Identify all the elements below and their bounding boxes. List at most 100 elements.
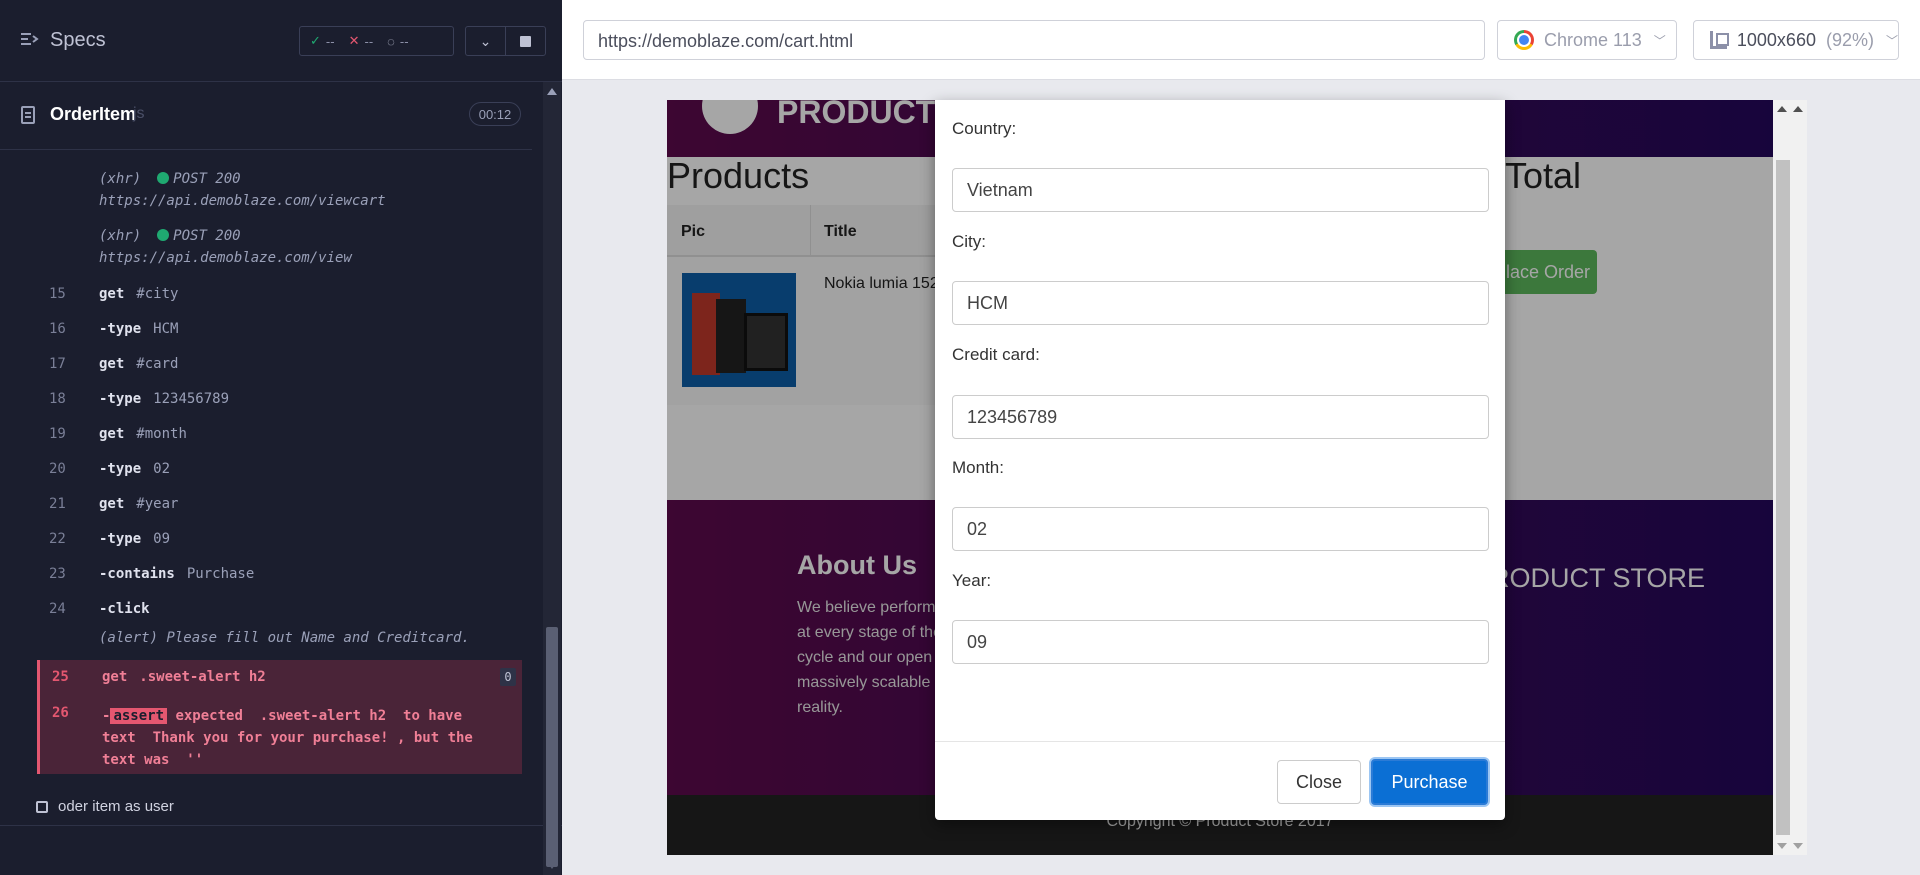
xhr-url: https://api.demoblaze.com/viewcart xyxy=(99,193,386,209)
scroll-up-icon[interactable] xyxy=(547,88,557,95)
xhr-log-entry[interactable]: (xhr) POST 200 https://api.demoblaze.com/… xyxy=(99,168,386,212)
spec-name[interactable]: OrderItem xyxy=(50,104,136,125)
command-name: get xyxy=(99,356,125,372)
command-name: get xyxy=(102,669,128,685)
command-number: 16 xyxy=(49,321,66,337)
assert-badge: assert xyxy=(110,708,168,724)
xhr-status: POST 200 xyxy=(173,171,241,187)
command-number: 15 xyxy=(49,286,66,302)
command-number: 17 xyxy=(49,356,66,372)
chrome-icon xyxy=(1514,30,1534,50)
credit-card-label: Credit card: xyxy=(952,345,1040,364)
viewport-info[interactable]: 1000x660 (92%) ﹀ xyxy=(1693,20,1899,60)
check-icon: ✓ xyxy=(310,33,321,48)
year-input[interactable]: 09 xyxy=(952,620,1489,664)
command-row[interactable]: 17 get #card xyxy=(37,347,522,382)
command-name: -type xyxy=(99,531,142,547)
city-label: City: xyxy=(952,232,986,251)
command-number: 18 xyxy=(49,391,66,407)
viewport-icon xyxy=(1710,31,1729,49)
failed-stat: ✕ -- xyxy=(349,33,374,49)
test-pending-icon xyxy=(36,800,48,813)
url-bar[interactable]: https://demoblaze.com/cart.html xyxy=(583,20,1485,60)
command-row[interactable]: 24 -click xyxy=(37,592,522,627)
command-arg: Purchase xyxy=(186,566,255,582)
alert-log-entry[interactable]: (alert) Please fill out Name and Creditc… xyxy=(99,630,470,646)
command-arg: #year xyxy=(136,496,179,512)
command-name: get xyxy=(99,496,125,512)
stop-icon xyxy=(520,35,531,47)
command-arg: .sweet-alert h2 xyxy=(139,669,266,685)
specs-list-icon[interactable] xyxy=(21,32,39,46)
reporter-scrollbar[interactable] xyxy=(543,82,561,875)
credit-card-input[interactable]: 123456789 xyxy=(952,395,1489,439)
browser-label: Chrome 113 xyxy=(1544,29,1642,50)
place-order-modal: Country: Vietnam City: HCM Credit card: … xyxy=(935,100,1505,820)
xhr-url: https://api.demoblaze.com/view xyxy=(99,250,352,266)
iframe-scrollbar[interactable] xyxy=(1773,100,1807,855)
command-number: 25 xyxy=(52,669,69,685)
command-name: -type xyxy=(99,321,142,337)
command-name: -contains xyxy=(99,566,175,582)
chevron-down-icon: ﹀ xyxy=(1653,33,1666,48)
specs-title[interactable]: Specs xyxy=(50,29,106,52)
browser-selector[interactable]: Chrome 113 ﹀ xyxy=(1497,20,1677,60)
spec-extension: js xyxy=(133,105,145,122)
scroll-up-icon[interactable] xyxy=(1793,106,1803,112)
scrollbar-thumb[interactable] xyxy=(1776,160,1790,835)
command-row[interactable]: 19 get #month xyxy=(37,417,522,452)
test-stats: ✓ -- ✕ -- ◌ -- xyxy=(299,26,454,56)
scroll-up-icon[interactable] xyxy=(1777,106,1787,112)
scroll-down-icon[interactable] xyxy=(1793,843,1803,849)
command-row[interactable]: 23 -contains Purchase xyxy=(37,557,522,592)
scrollbar-thumb[interactable] xyxy=(546,627,558,867)
command-number: 20 xyxy=(49,461,66,477)
command-arg: HCM xyxy=(153,321,179,337)
failed-count: -- xyxy=(364,33,374,49)
assert-message-line: text Thank you for your purchase! , but … xyxy=(102,730,473,746)
country-label: Country: xyxy=(952,119,1017,138)
test-title: oder item as user xyxy=(58,798,174,815)
expand-button[interactable]: ⌄ xyxy=(466,27,505,55)
purchase-button[interactable]: Purchase xyxy=(1371,759,1488,805)
command-name: -type xyxy=(99,391,142,407)
month-label: Month: xyxy=(952,458,1004,477)
command-row[interactable]: 20 -type 02 xyxy=(37,452,522,487)
element-count-badge: 0 xyxy=(500,668,516,686)
failed-assert-row[interactable]: 26 - assert expected .sweet-alert h2 to h… xyxy=(37,696,522,774)
viewport-size: 1000x660 xyxy=(1736,29,1816,50)
test-item[interactable]: oder item as user xyxy=(36,798,174,815)
divider xyxy=(0,825,562,826)
scroll-down-icon[interactable] xyxy=(1777,843,1787,849)
command-row[interactable]: 18 -type 123456789 xyxy=(37,382,522,417)
reporter-panel: Specs ✓ -- ✕ -- ◌ -- ⌄ OrderItem js 00:1… xyxy=(0,0,562,875)
command-row[interactable]: 16 -type HCM xyxy=(37,312,522,347)
command-arg: 123456789 xyxy=(153,391,230,407)
stop-button[interactable] xyxy=(505,27,545,55)
run-controls: ⌄ xyxy=(465,26,546,56)
passed-stat: ✓ -- xyxy=(310,33,335,49)
passed-count: -- xyxy=(325,33,335,49)
assert-message-line: expected .sweet-alert h2 to have xyxy=(167,708,463,724)
xhr-type: (xhr) xyxy=(99,228,142,244)
city-input[interactable]: HCM xyxy=(952,281,1489,325)
command-row[interactable]: 22 -type 09 xyxy=(37,522,522,557)
country-input[interactable]: Vietnam xyxy=(952,168,1489,212)
xhr-log-entry[interactable]: (xhr) POST 200 https://api.demoblaze.com/… xyxy=(99,225,352,269)
pending-count: -- xyxy=(399,33,409,49)
xhr-status: POST 200 xyxy=(173,228,241,244)
month-input[interactable]: 02 xyxy=(952,507,1489,551)
command-number: 26 xyxy=(52,705,69,721)
file-icon xyxy=(21,106,35,124)
scroll-down-icon[interactable] xyxy=(547,862,557,869)
assert-message-line: text was '' xyxy=(102,752,204,768)
divider xyxy=(935,741,1505,742)
command-row[interactable]: 21 get #year xyxy=(37,487,522,522)
command-row[interactable]: 15 get #city xyxy=(37,277,522,312)
command-arg: #card xyxy=(136,356,179,372)
command-number: 24 xyxy=(49,601,66,617)
failed-command-row[interactable]: 25 get .sweet-alert h2 0 xyxy=(37,660,522,696)
command-number: 19 xyxy=(49,426,66,442)
close-button[interactable]: Close xyxy=(1277,760,1361,804)
command-arg: 09 xyxy=(153,531,171,547)
